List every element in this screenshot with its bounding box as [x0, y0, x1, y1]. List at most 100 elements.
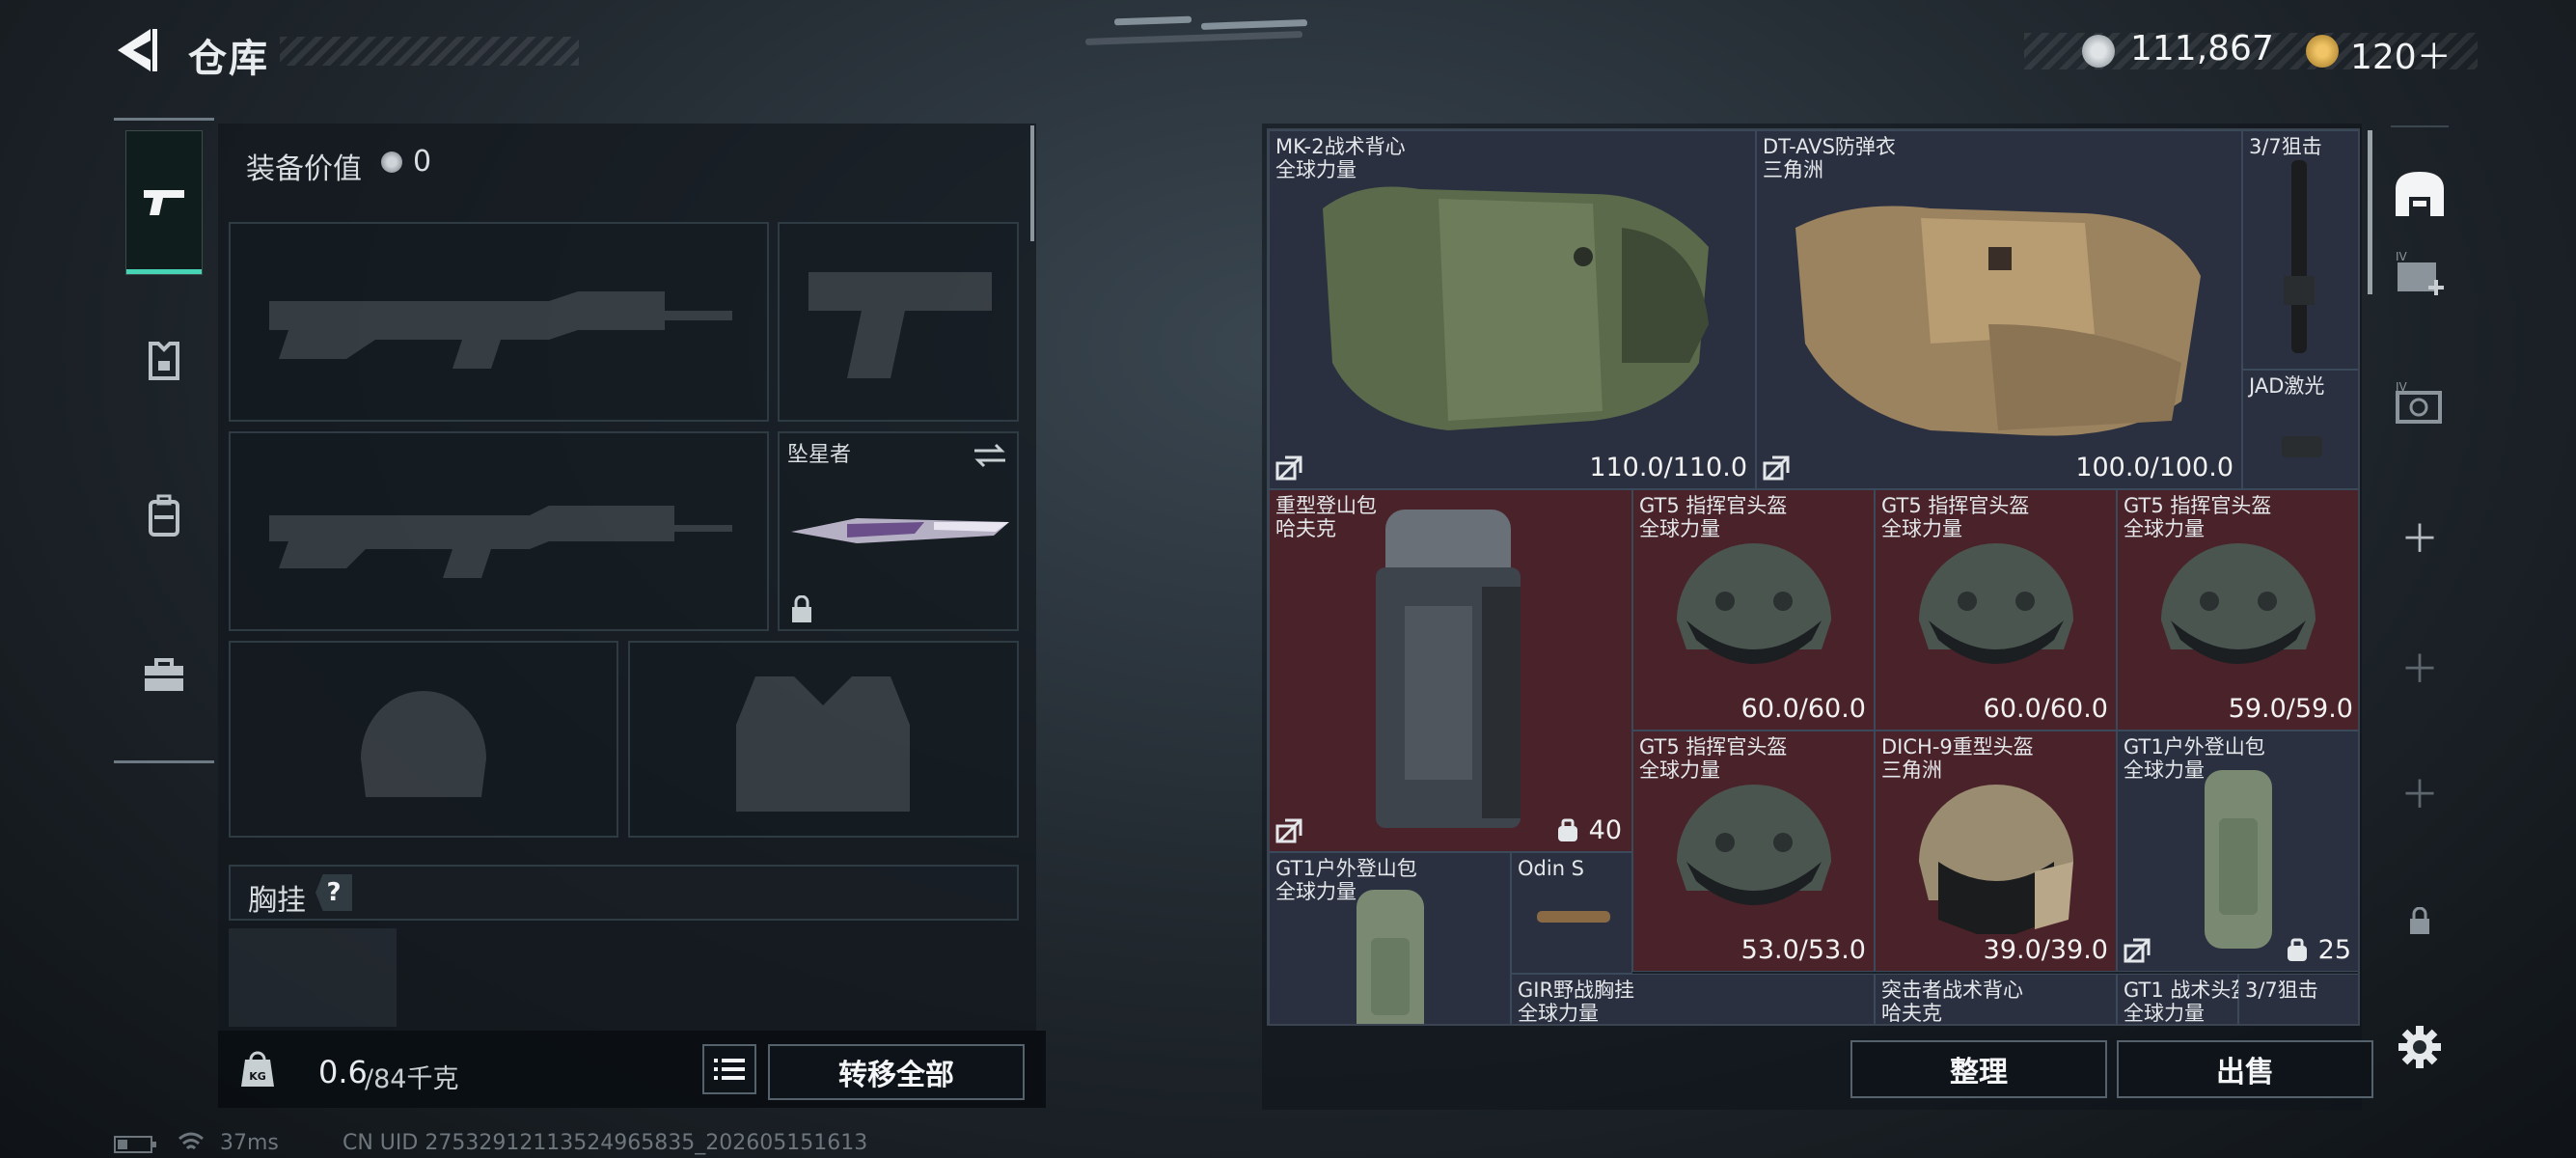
rifle-silhouette: [269, 291, 732, 369]
warehouse-icon: [2396, 172, 2444, 216]
melee-slot[interactable]: 坠星者: [778, 431, 1019, 631]
swap-icon[interactable]: [973, 441, 1007, 470]
nav-divider: [114, 760, 214, 763]
add-storage-button[interactable]: ＋: [2375, 767, 2464, 817]
item-name: 3/7狙击: [2249, 135, 2322, 158]
capacity-icon: [1558, 818, 1577, 841]
grid-scrollbar[interactable]: [2368, 130, 2372, 294]
item-name: 重型登山包 哈夫克: [1275, 494, 1377, 540]
bind-icon: [1275, 818, 1302, 843]
item-durability: 59.0/59.0: [2228, 694, 2353, 724]
secondary-weapon-slot[interactable]: [229, 431, 769, 631]
item-cell[interactable]: GT1户外登山包 全球力量 25: [2117, 731, 2358, 972]
bind-icon: [1275, 455, 1302, 481]
top-bar: 仓库 111,867 120＋: [0, 0, 2576, 106]
item-cell[interactable]: 3/7狙击: [2242, 130, 2358, 370]
silver-amount: 111,867: [2130, 29, 2274, 69]
add-storage-button[interactable]: ＋: [2375, 511, 2464, 562]
gold-coin-icon: [2306, 35, 2339, 68]
attachment-image: [1537, 911, 1610, 923]
item-cell[interactable]: GT1户外登山包 全球力量: [1269, 852, 1511, 1024]
item-cell[interactable]: GIR野战胸挂 全球力量: [1511, 974, 1875, 1025]
item-durability: 100.0/100.0: [2075, 453, 2233, 482]
svg-text:KG: KG: [249, 1070, 266, 1083]
item-cell[interactable]: GT5 指挥官头盔 全球力量 60.0/60.0: [1875, 489, 2117, 731]
backpack-image: [1376, 510, 1521, 828]
primary-weapon-slot[interactable]: [229, 222, 769, 422]
pistol-slot[interactable]: [778, 222, 1019, 422]
item-cell[interactable]: 3/7狙击: [2238, 974, 2358, 1024]
item-cell[interactable]: DT-AVS防弹衣 三角洲 100.0/100.0: [1756, 130, 2242, 489]
bind-icon: [1763, 455, 1790, 481]
helmet-image: [1677, 785, 1831, 905]
armor-slot[interactable]: [628, 641, 1019, 838]
bind-icon: [2124, 938, 2151, 963]
item-cell[interactable]: MK-2战术背心 全球力量 110.0/110.0: [1269, 130, 1756, 489]
item-cell[interactable]: GT5 指挥官头盔 全球力量 53.0/53.0: [1632, 731, 1875, 972]
item-cell[interactable]: Odin S: [1511, 852, 1632, 974]
backpack-icon: [149, 494, 179, 537]
weight-current: 0.6: [318, 1054, 368, 1090]
uid-text: CN UID 2753291211352496583​5_20260515161…: [343, 1131, 868, 1155]
item-cell[interactable]: JAD激光: [2242, 370, 2358, 489]
weight-icon: KG: [241, 1051, 274, 1087]
ping-text: 37ms: [220, 1131, 279, 1155]
chest-rig-header: 胸挂 ?: [229, 865, 1019, 921]
item-durability: 110.0/110.0: [1589, 453, 1747, 482]
item-durability: 53.0/53.0: [1740, 935, 1866, 965]
pistol-silhouette: [808, 272, 992, 378]
toolbox-icon: [145, 658, 183, 691]
lock-icon: [2410, 907, 2429, 934]
lock-icon: [792, 595, 811, 622]
item-cell[interactable]: 突击者战术背心 哈夫克: [1875, 974, 2117, 1024]
item-durability: 39.0/39.0: [1983, 935, 2108, 965]
item-cell[interactable]: 重型登山包 哈夫克 40: [1269, 489, 1632, 852]
loadout-scrollbar[interactable]: [1030, 125, 1034, 241]
extra-storage-tab[interactable]: IV: [2375, 376, 2464, 434]
item-cell[interactable]: DICH-9重型头盔 三角洲 39.0/39.0: [1875, 731, 2117, 972]
nav-armor[interactable]: [125, 290, 203, 434]
item-name: Odin S: [1518, 857, 1585, 880]
wifi-icon: [178, 1132, 204, 1150]
item-name: DT-AVS防弹衣 三角洲: [1763, 135, 1896, 181]
add-storage-button[interactable]: ＋: [2375, 642, 2464, 692]
backpack-image: [1357, 890, 1424, 1024]
chest-rig-label: 胸挂: [248, 884, 306, 918]
help-button[interactable]: ?: [315, 874, 352, 911]
equip-value-label: 装备价值: [246, 152, 362, 186]
extra-storage-tab[interactable]: IV: [2375, 246, 2464, 304]
item-cell[interactable]: GT5 指挥官头盔 全球力量 59.0/59.0: [2117, 489, 2358, 731]
knife-image: [791, 518, 1009, 543]
sell-button[interactable]: 出售: [2117, 1040, 2373, 1098]
vest-image: [1323, 186, 1709, 430]
title-decoration: [280, 37, 579, 66]
helmet-image: [1677, 543, 1831, 664]
nav-weapons[interactable]: [125, 130, 203, 275]
item-name: GIR野战胸挂 全球力量: [1518, 979, 1635, 1025]
transfer-all-button[interactable]: 转移全部: [768, 1044, 1025, 1100]
battery-icon: [114, 1136, 156, 1153]
svg-text:IV: IV: [2396, 381, 2408, 394]
item-cell[interactable]: GT1 战术头盔 全球力量: [2117, 974, 2251, 1024]
organize-button[interactable]: 整理: [1850, 1040, 2107, 1098]
list-view-button[interactable]: [702, 1044, 756, 1094]
laser-image: [2282, 436, 2322, 457]
back-arrow-icon[interactable]: [114, 25, 164, 75]
locked-slot: [2375, 897, 2464, 946]
armor-image: [1795, 206, 2201, 436]
storage-add-icon: IV: [2396, 251, 2444, 295]
warehouse-tab[interactable]: [2375, 159, 2464, 227]
melee-name: 坠星者: [787, 443, 852, 467]
equip-value: 0: [413, 145, 432, 179]
settings-button[interactable]: [2375, 1023, 2464, 1071]
list-icon: [714, 1059, 745, 1080]
nav-backpack[interactable]: [125, 444, 203, 589]
nav-tools[interactable]: [125, 603, 203, 748]
chest-rig-slot[interactable]: [229, 928, 397, 1027]
item-cell[interactable]: GT5 指挥官头盔 全球力量 60.0/60.0: [1632, 489, 1875, 731]
rifle-silhouette: [269, 506, 732, 578]
nav-divider: [114, 118, 214, 121]
item-capacity: 25: [2317, 935, 2351, 965]
gold-amount[interactable]: 120＋: [2350, 29, 2452, 79]
helmet-slot[interactable]: [229, 641, 618, 838]
